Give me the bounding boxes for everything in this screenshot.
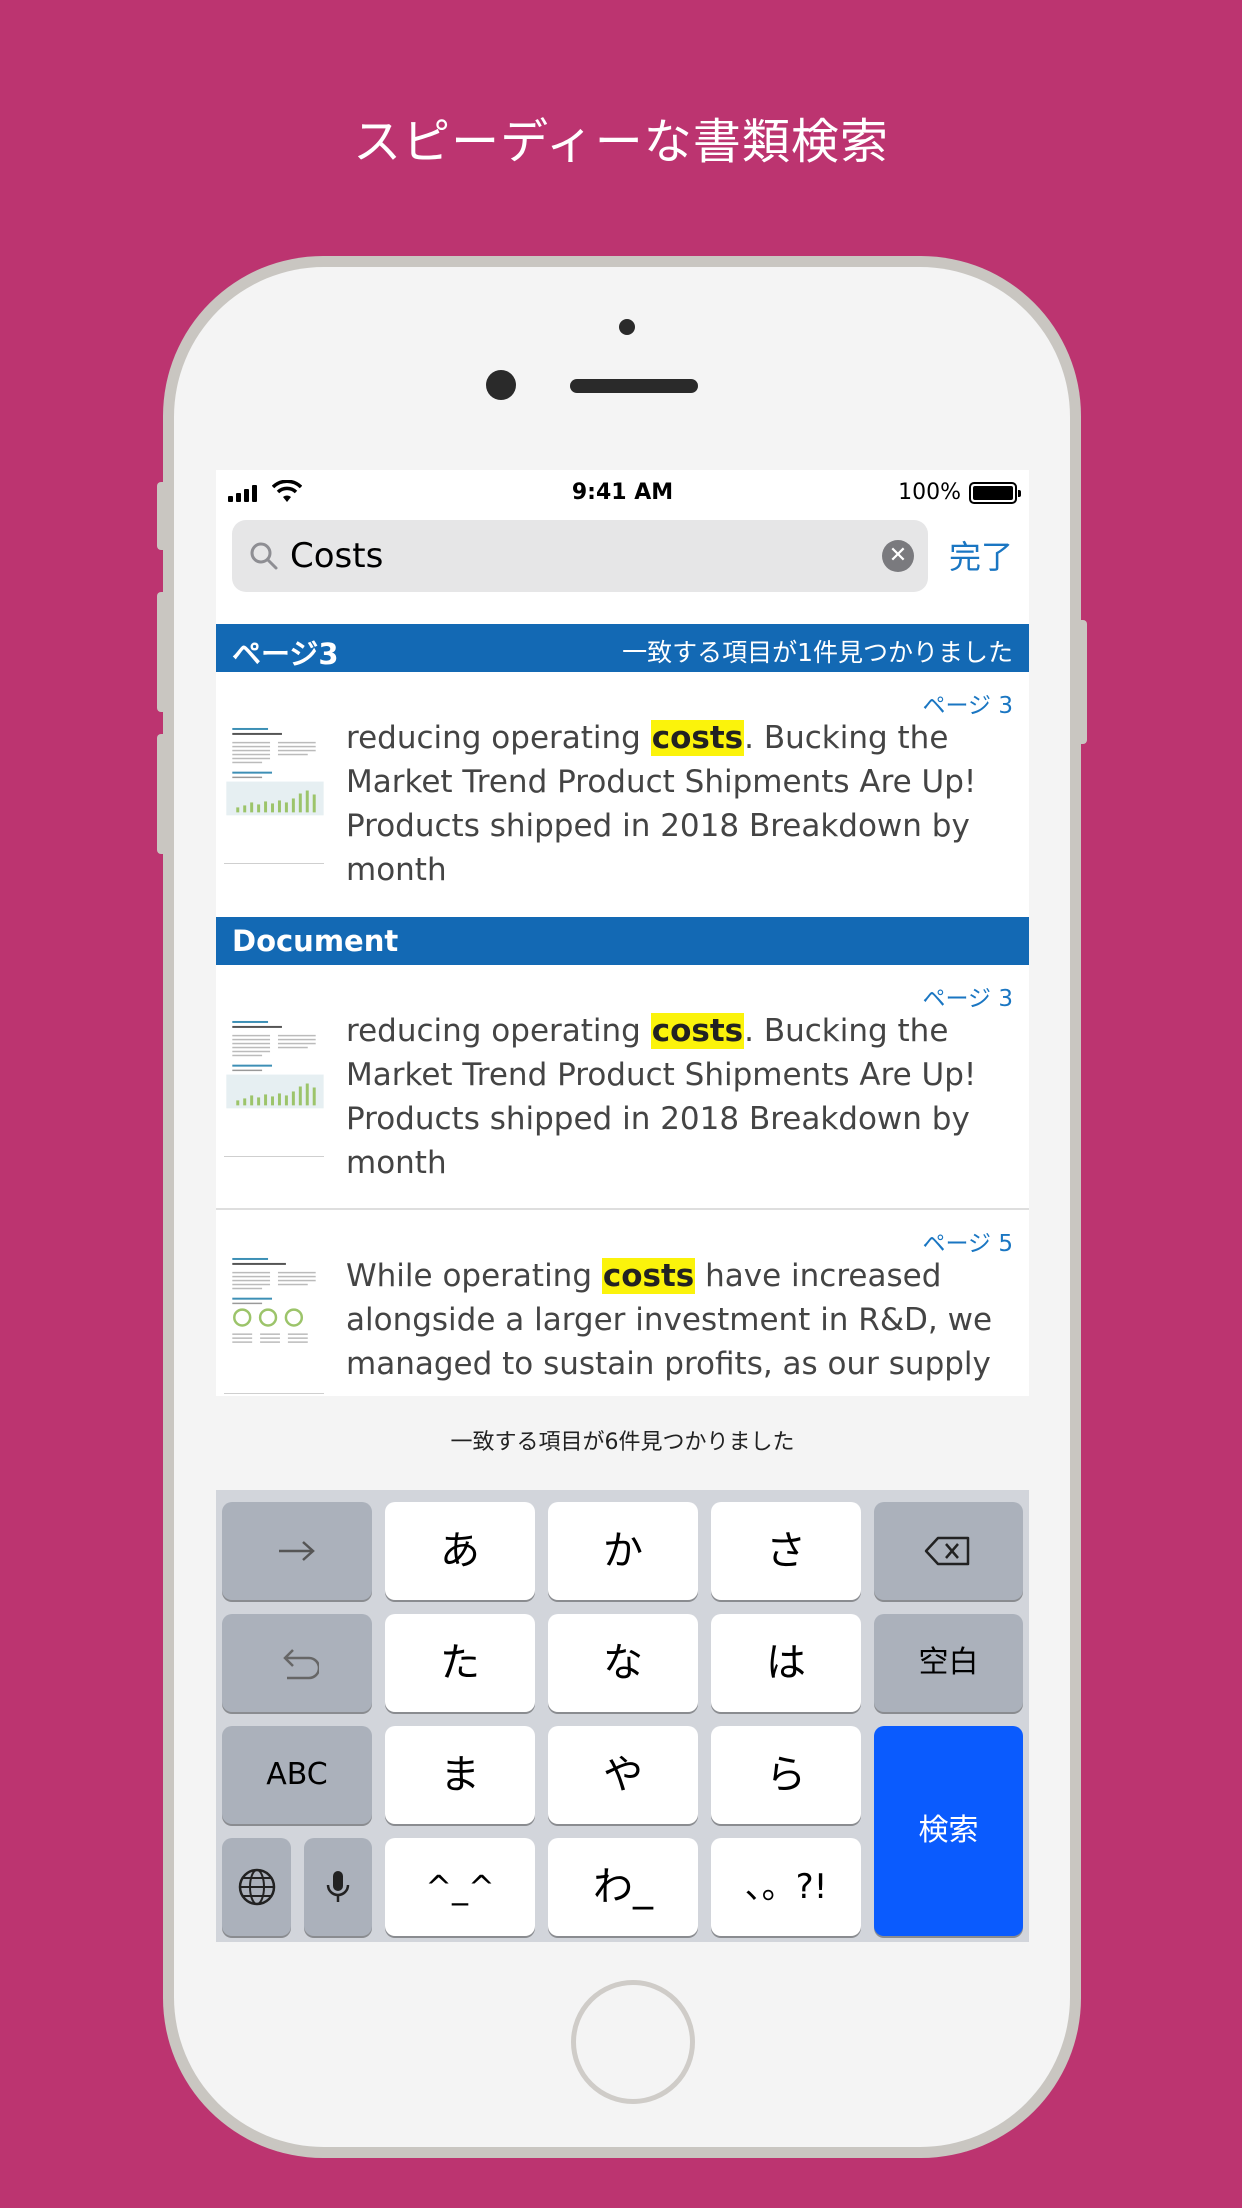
search-input[interactable] bbox=[290, 532, 850, 580]
battery-percent: 100% bbox=[898, 480, 961, 505]
kana-key-ra[interactable]: ら bbox=[711, 1726, 861, 1824]
globe-icon bbox=[238, 1868, 275, 1906]
mic-key[interactable] bbox=[304, 1838, 372, 1936]
section-match-count: 一致する項目が1件見つかりました bbox=[622, 638, 1013, 667]
section-title: ページ3 bbox=[232, 637, 339, 671]
japanese-keyboard: あ か さ た な は 空白 ABC ま や ら 検索 ^_^ わ_ 、。?! bbox=[216, 1490, 1029, 1942]
emoticon-key[interactable]: ^_^ bbox=[385, 1838, 535, 1936]
kana-key-sa[interactable]: さ bbox=[711, 1502, 861, 1600]
kana-key-wa[interactable]: わ_ bbox=[548, 1838, 698, 1936]
search-result[interactable]: ページ 5 While operating costs have increas… bbox=[216, 1210, 1029, 1396]
page-thumbnail bbox=[224, 1017, 324, 1157]
total-match-count: 一致する項目が6件見つかりました bbox=[216, 1396, 1029, 1490]
undo-key[interactable] bbox=[222, 1614, 372, 1712]
clear-icon[interactable]: ✕ bbox=[882, 540, 914, 572]
next-candidate-key[interactable] bbox=[222, 1502, 372, 1600]
search-row: ✕ 完了 bbox=[216, 516, 1029, 620]
kana-key-na[interactable]: な bbox=[548, 1614, 698, 1712]
search-key[interactable]: 検索 bbox=[874, 1726, 1023, 1936]
front-camera bbox=[486, 370, 516, 400]
result-page-label: ページ 3 bbox=[922, 986, 1013, 1012]
undo-icon bbox=[283, 1649, 319, 1680]
mute-switch bbox=[157, 482, 167, 550]
battery-icon bbox=[969, 482, 1021, 504]
punctuation-key[interactable]: 、。?! bbox=[711, 1838, 861, 1936]
kana-key-ma[interactable]: ま bbox=[385, 1726, 535, 1824]
earpiece-speaker bbox=[570, 379, 698, 393]
result-snippet: reducing operating costs. Bucking the Ma… bbox=[346, 720, 977, 888]
app-screen: 9:41 AM 100% ✕ 完了 ページ3 一致する項目が1件見つかりました … bbox=[216, 470, 1029, 1942]
kana-key-a[interactable]: あ bbox=[385, 1502, 535, 1600]
globe-key[interactable] bbox=[222, 1838, 291, 1936]
volume-up-button bbox=[157, 592, 167, 712]
microphone-icon bbox=[326, 1871, 350, 1902]
backspace-icon bbox=[924, 1536, 969, 1566]
section-header-document: Document bbox=[216, 917, 1029, 965]
kana-key-ya[interactable]: や bbox=[548, 1726, 698, 1824]
space-key[interactable]: 空白 bbox=[874, 1614, 1023, 1712]
match-highlight: costs bbox=[650, 1013, 745, 1049]
promo-headline: スピーディーな書類検索 bbox=[353, 114, 889, 170]
proximity-sensor bbox=[619, 319, 635, 335]
match-highlight: costs bbox=[650, 720, 745, 756]
abc-key[interactable]: ABC bbox=[222, 1726, 372, 1824]
arrow-right-icon bbox=[279, 1541, 315, 1561]
search-result[interactable]: ページ 3 reducing operating costs. Bucking … bbox=[216, 965, 1029, 1208]
kana-key-ta[interactable]: た bbox=[385, 1614, 535, 1712]
kana-key-ha[interactable]: は bbox=[711, 1614, 861, 1712]
home-button[interactable] bbox=[571, 1980, 695, 2104]
section-title: Document bbox=[232, 924, 399, 958]
page-thumbnail bbox=[224, 724, 324, 864]
search-result[interactable]: ページ 3 reducing operating costs. Bucking … bbox=[216, 672, 1029, 916]
result-snippet: reducing operating costs. Bucking the Ma… bbox=[346, 1013, 977, 1181]
page-thumbnail bbox=[224, 1254, 324, 1394]
kana-key-ka[interactable]: か bbox=[548, 1502, 698, 1600]
backspace-key[interactable] bbox=[874, 1502, 1023, 1600]
result-page-label: ページ 5 bbox=[922, 1231, 1013, 1257]
done-button[interactable]: 完了 bbox=[949, 532, 1013, 578]
section-header-page3: ページ3 一致する項目が1件見つかりました bbox=[216, 624, 1029, 672]
search-icon bbox=[250, 542, 278, 570]
match-highlight: costs bbox=[601, 1258, 696, 1294]
search-bar[interactable]: ✕ bbox=[232, 520, 928, 592]
result-snippet: While operating costs have increased alo… bbox=[346, 1258, 993, 1382]
result-page-label: ページ 3 bbox=[922, 693, 1013, 719]
status-bar: 9:41 AM 100% bbox=[216, 470, 1029, 516]
power-button bbox=[1077, 620, 1087, 744]
volume-down-button bbox=[157, 734, 167, 854]
